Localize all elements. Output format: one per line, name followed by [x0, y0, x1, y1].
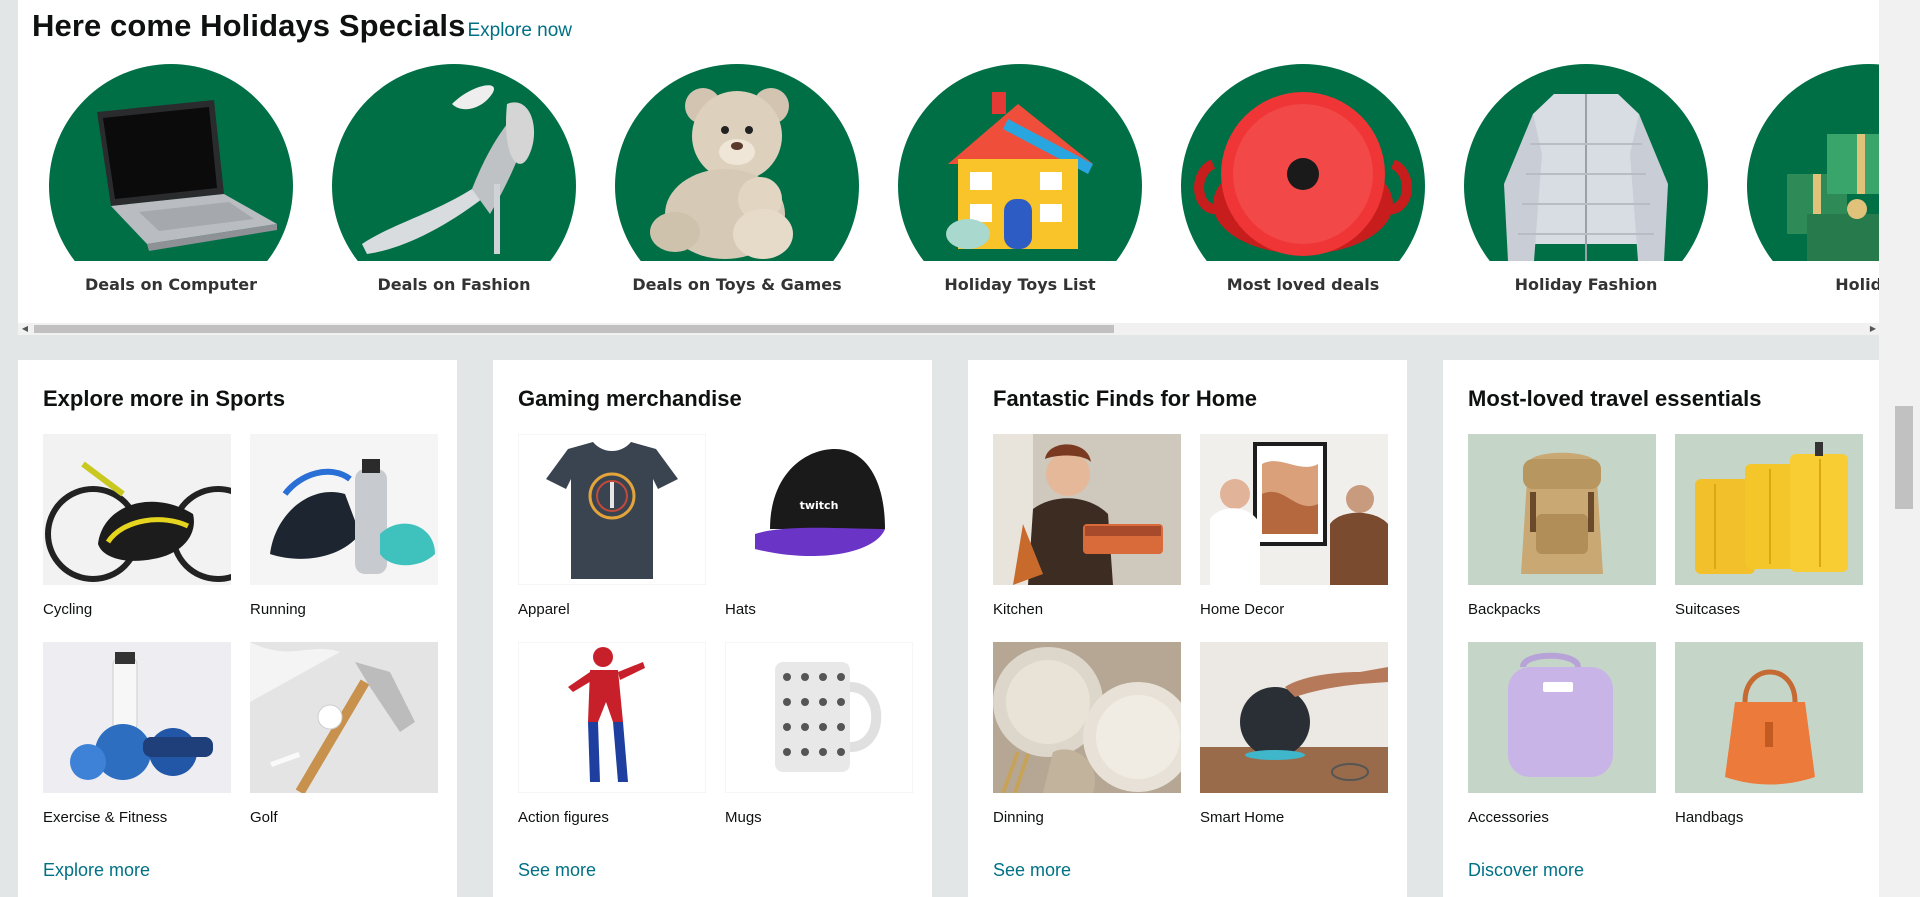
plates-icon — [993, 642, 1181, 793]
dutch-oven-icon — [1181, 64, 1425, 261]
kitchen-icon — [993, 434, 1181, 585]
holidays-specials-section: Here come Holidays Specials Explore now … — [18, 0, 1880, 335]
tile-label: Handbags — [1675, 809, 1744, 826]
tile-smart-home[interactable]: Smart Home — [1200, 642, 1388, 826]
tile-kitchen[interactable]: Kitchen — [993, 434, 1181, 618]
tile-suitcases[interactable]: Suitcases — [1675, 434, 1863, 618]
carousel-item-most-loved-deals[interactable]: Most loved deals — [1181, 64, 1425, 304]
explore-more-link[interactable]: Explore more — [43, 860, 150, 881]
tile-label: Suitcases — [1675, 601, 1741, 618]
tile-label: Accessories — [1468, 809, 1549, 826]
tile-label: Smart Home — [1200, 809, 1285, 826]
svg-text:twitch: twitch — [800, 499, 839, 512]
backpack-icon — [1468, 434, 1656, 585]
tile-apparel[interactable]: Apparel — [518, 434, 706, 618]
card-gaming-merchandise: Gaming merchandise Apparel twitch Hats A… — [493, 360, 932, 897]
explore-now-link[interactable]: Explore now — [467, 20, 572, 42]
tile-label: Apparel — [518, 601, 570, 618]
tile-dinning[interactable]: Dinning — [993, 642, 1181, 826]
holidays-carousel: Deals on Computer Deals on Fashion Deals… — [18, 64, 1880, 304]
card-title: Fantastic Finds for Home — [993, 386, 1258, 411]
tile-label: Backpacks — [1468, 601, 1541, 618]
teddy-bear-icon — [615, 64, 859, 261]
carousel-item-holiday[interactable]: Holiday — [1747, 64, 1880, 304]
tile-cycling[interactable]: Cycling — [43, 434, 231, 618]
tshirt-icon — [518, 434, 706, 585]
cycling-helmet-icon — [43, 434, 231, 585]
high-heel-icon — [332, 64, 576, 261]
golf-club-icon — [250, 642, 438, 793]
card-travel-essentials: Most-loved travel essentials Backpacks S… — [1443, 360, 1882, 897]
tile-label: Cycling — [43, 601, 93, 618]
handbag-icon — [1675, 642, 1863, 793]
mug-icon — [725, 642, 913, 793]
holidays-header: Here come Holidays Specials Explore now — [32, 8, 572, 48]
card-sports: Explore more in Sports Cycling Running E… — [18, 360, 457, 897]
tile-action-figures[interactable]: Action figures — [518, 642, 706, 826]
carousel-item-label: Holiday Toys List — [944, 275, 1096, 294]
laptop-icon — [49, 64, 293, 261]
puffer-jacket-icon — [1464, 64, 1708, 261]
see-more-link[interactable]: See more — [993, 860, 1071, 881]
tile-accessories[interactable]: Accessories — [1468, 642, 1656, 826]
tile-label: Golf — [250, 809, 278, 826]
tile-label: Hats — [725, 601, 756, 618]
carousel-item-deals-on-toys-games[interactable]: Deals on Toys & Games — [615, 64, 859, 304]
carousel-item-label: Deals on Toys & Games — [632, 275, 842, 294]
carousel-scrollbar[interactable]: ◀ ▶ — [18, 323, 1880, 335]
tile-hats[interactable]: twitch Hats — [725, 434, 913, 618]
holidays-title: Here come Holidays Specials — [32, 8, 466, 43]
scroll-left-arrow-icon[interactable]: ◀ — [18, 323, 32, 335]
discover-more-link[interactable]: Discover more — [1468, 860, 1584, 881]
smart-speaker-icon — [1200, 642, 1388, 793]
carousel-item-label: Most loved deals — [1226, 275, 1380, 294]
carousel-item-deals-on-computer[interactable]: Deals on Computer — [49, 64, 293, 304]
card-home: Fantastic Finds for Home Kitchen Home De… — [968, 360, 1407, 897]
card-title: Gaming merchandise — [518, 386, 742, 411]
page-scroll-thumb[interactable] — [1895, 406, 1913, 509]
fitness-gear-icon — [43, 642, 231, 793]
carousel-item-label: Deals on Fashion — [377, 275, 531, 294]
carousel-item-deals-on-fashion[interactable]: Deals on Fashion — [332, 64, 576, 304]
tile-home-decor[interactable]: Home Decor — [1200, 434, 1388, 618]
toy-house-icon — [898, 64, 1142, 261]
scroll-right-arrow-icon[interactable]: ▶ — [1866, 323, 1880, 335]
action-figure-icon — [518, 642, 706, 793]
tile-exercise-fitness[interactable]: Exercise & Fitness — [43, 642, 231, 826]
running-shoes-icon — [250, 434, 438, 585]
tile-label: Home Decor — [1200, 601, 1285, 618]
see-more-link[interactable]: See more — [518, 860, 596, 881]
carousel-item-label: Holiday — [1835, 275, 1880, 294]
carousel-item-holiday-toys-list[interactable]: Holiday Toys List — [898, 64, 1142, 304]
tile-handbags[interactable]: Handbags — [1675, 642, 1863, 826]
tile-golf[interactable]: Golf — [250, 642, 438, 826]
suitcase-icon — [1675, 434, 1863, 585]
tile-mugs[interactable]: Mugs — [725, 642, 913, 826]
tile-backpacks[interactable]: Backpacks — [1468, 434, 1656, 618]
carousel-scroll-thumb[interactable] — [34, 325, 1114, 333]
tile-label: Running — [250, 601, 306, 618]
tile-label: Exercise & Fitness — [43, 809, 168, 826]
tile-label: Dinning — [993, 809, 1044, 826]
carousel-item-holiday-fashion[interactable]: Holiday Fashion — [1464, 64, 1708, 304]
card-title: Explore more in Sports — [43, 386, 286, 411]
wall-art-icon — [1200, 434, 1388, 585]
carousel-item-label: Holiday Fashion — [1514, 275, 1658, 294]
carousel-item-label: Deals on Computer — [84, 275, 258, 294]
tile-label: Kitchen — [993, 601, 1044, 618]
gift-boxes-icon — [1747, 64, 1880, 261]
card-title: Most-loved travel essentials — [1468, 386, 1762, 411]
tile-running[interactable]: Running — [250, 434, 438, 618]
tile-label: Action figures — [518, 809, 609, 826]
page-scrollbar[interactable] — [1879, 0, 1920, 897]
lunch-bag-icon — [1468, 642, 1656, 793]
tile-label: Mugs — [725, 809, 762, 826]
cap-icon: twitch — [725, 434, 913, 585]
